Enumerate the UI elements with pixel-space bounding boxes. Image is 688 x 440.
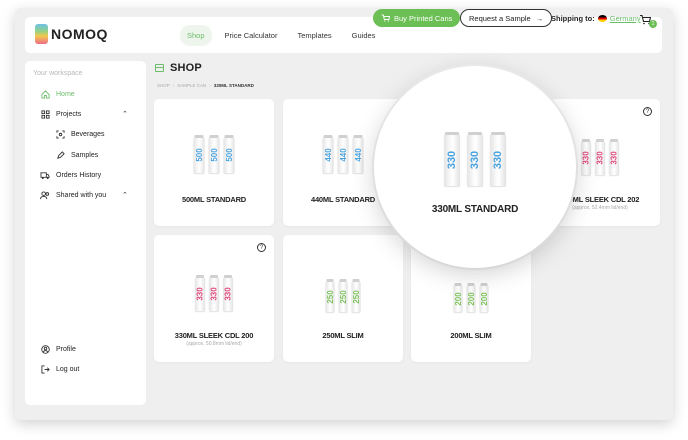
help-icon[interactable]: ?: [257, 243, 266, 252]
product-card-250ml[interactable]: 250 250 250 250ML SLIM: [283, 235, 403, 362]
sidebar-item-label: Log out: [56, 365, 80, 373]
can-image: 330: [581, 139, 591, 175]
can-image: 500: [193, 135, 205, 173]
sidebar-item-samples[interactable]: Samples: [55, 150, 98, 160]
can-image: 440: [322, 135, 334, 173]
shop-icon: [155, 64, 164, 72]
buy-printed-cans-button[interactable]: Buy Printed Cans: [373, 9, 461, 27]
sidebar-item-label: Home: [56, 90, 75, 98]
sidebar-item-label: Samples: [71, 151, 99, 159]
cart-icon: [381, 14, 390, 22]
can-group: 330 330 330: [444, 132, 506, 186]
breadcrumb-shop[interactable]: Shop: [157, 83, 170, 88]
shipping-selector[interactable]: Shipping to: Germany: [551, 14, 641, 23]
can-image: 500: [208, 135, 220, 173]
cart-count-badge: 1: [649, 20, 657, 28]
users-icon: [40, 190, 50, 200]
grid-icon: [40, 109, 50, 119]
page-header: SHOP: [155, 62, 202, 74]
can-image: 500: [223, 135, 235, 173]
product-title: 330ML SLEEK CDL 200: [174, 331, 254, 340]
product-card-500ml[interactable]: 500 500 500 500ML STANDARD: [154, 99, 274, 226]
can-image: 330: [609, 139, 619, 175]
product-title: 500ML STANDARD: [181, 195, 246, 204]
can-image: 200: [479, 283, 489, 312]
can-image: 330: [209, 275, 219, 311]
nav-guides[interactable]: Guides: [345, 25, 383, 46]
can-image: 250: [338, 279, 348, 312]
breadcrumb: Shop › Sample Can › 330ml Standard: [157, 83, 254, 88]
brand-name: NOMOQ: [51, 26, 108, 42]
truck-icon: [40, 170, 50, 180]
shipping-label: Shipping to:: [551, 14, 595, 23]
logo[interactable]: NOMOQ: [35, 24, 108, 44]
sidebar-item-label: Shared with you: [56, 191, 107, 199]
scan-icon: [55, 129, 65, 139]
can-group: 440 440 440: [322, 135, 364, 173]
workspace-label: Your workspace: [33, 70, 83, 77]
can-image: 330: [467, 132, 483, 186]
sidebar-item-orders-history[interactable]: Orders History: [40, 170, 101, 180]
sidebar-item-label: Orders History: [56, 171, 102, 179]
can-group: 200 200 200: [453, 283, 489, 312]
request-sample-button[interactable]: Request a Sample →: [460, 9, 553, 27]
chevron-up-icon[interactable]: ⌃: [122, 191, 128, 199]
product-card-330ml-standard[interactable]: 330 330 330 330ML STANDARD: [374, 66, 576, 268]
logout-icon: [40, 364, 50, 374]
sidebar-item-shared[interactable]: Shared with you: [40, 190, 106, 200]
sidebar-item-projects[interactable]: Projects: [40, 109, 81, 119]
shipping-country[interactable]: Germany: [610, 14, 641, 23]
sidebar-item-label: Projects: [56, 110, 82, 118]
can-image: 200: [466, 283, 476, 312]
nav-templates[interactable]: Templates: [290, 25, 338, 46]
can-image: 330: [223, 275, 233, 311]
sidebar-item-home[interactable]: Home: [40, 89, 75, 99]
product-card-330ml-sleek-200[interactable]: ? 330 330 330 330ML SLEEK CDL 200 (appro…: [154, 235, 274, 362]
can-group: 250 250 250: [325, 279, 361, 312]
page-title: SHOP: [170, 62, 202, 74]
nav-shop[interactable]: Shop: [180, 25, 212, 46]
can-image: 250: [325, 279, 335, 312]
sidebar-item-label: Beverages: [71, 130, 105, 138]
help-icon[interactable]: ?: [643, 107, 652, 116]
nav-price-calculator[interactable]: Price Calculator: [218, 25, 285, 46]
can-group: 330 330 330: [195, 275, 233, 311]
can-image: 330: [595, 139, 605, 175]
can-group: 330 330 330: [581, 139, 619, 175]
breadcrumb-current: 330ml Standard: [213, 83, 254, 88]
home-icon: [40, 89, 50, 99]
can-image: 200: [453, 283, 463, 312]
cart-button[interactable]: 1: [639, 12, 657, 28]
breadcrumb-sample-can[interactable]: Sample Can: [177, 83, 206, 88]
chevron-up-icon[interactable]: ⌃: [122, 110, 128, 118]
arrow-right-icon: →: [535, 13, 544, 23]
user-circle-icon: [40, 344, 50, 354]
logo-icon: [35, 24, 48, 44]
can-group: 500 500 500: [193, 135, 235, 173]
can-image: 440: [352, 135, 364, 173]
can-image: 440: [337, 135, 349, 173]
sidebar-item-beverages[interactable]: Beverages: [55, 129, 104, 139]
breadcrumb-separator: ›: [172, 83, 175, 88]
main-nav: Shop Price Calculator Templates Guides: [180, 25, 382, 46]
product-title: 330ML STANDARD: [431, 204, 519, 215]
sidebar-item-label: Profile: [56, 345, 76, 353]
pen-icon: [55, 150, 65, 160]
sidebar-item-profile[interactable]: Profile: [40, 344, 76, 354]
sidebar-item-logout[interactable]: Log out: [40, 364, 79, 374]
can-image: 330: [195, 275, 205, 311]
product-title: 250ML SLIM: [322, 331, 364, 340]
product-subtitle: (approx. 50.8mm lid/end): [186, 341, 242, 347]
request-sample-label: Request a Sample: [469, 13, 531, 23]
buy-label: Buy Printed Cans: [394, 13, 453, 23]
breadcrumb-separator: ›: [209, 83, 211, 88]
can-image: 330: [490, 132, 506, 186]
can-image: 250: [351, 279, 361, 312]
can-image: 330: [444, 132, 460, 186]
germany-flag-icon: [597, 15, 607, 22]
sidebar: Your workspace Home Projects ⌃ Beverages…: [25, 61, 146, 405]
product-title: 200ML SLIM: [450, 331, 492, 340]
